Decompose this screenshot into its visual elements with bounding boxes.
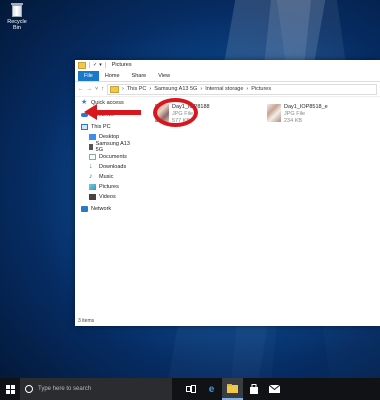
mail-icon xyxy=(269,385,280,393)
documents-icon xyxy=(89,154,96,160)
cloud-icon xyxy=(81,113,88,117)
taskbar-search-box[interactable]: Type here to search xyxy=(20,378,172,400)
store-icon xyxy=(249,384,258,394)
breadcrumb-this-pc[interactable]: This PC xyxy=(127,86,147,92)
image-thumbnail xyxy=(155,104,169,122)
tab-view[interactable]: View xyxy=(152,71,176,81)
cortana-icon xyxy=(25,385,33,393)
nav-item-label: Desktop xyxy=(99,134,120,140)
recycle-bin-label: Recycle Bin xyxy=(7,19,27,31)
edge-icon: e xyxy=(208,383,215,395)
task-view-button[interactable] xyxy=(180,378,201,400)
desktop-icon xyxy=(89,134,96,140)
taskbar: Type here to search e xyxy=(0,378,380,400)
file-list: Day1_IOP8188 JPG File 577 KB Day1_IOP851… xyxy=(145,98,380,314)
file-size: 234 KB xyxy=(284,118,303,124)
forward-arrow-icon[interactable]: → xyxy=(87,86,93,92)
nav-item-pictures[interactable]: Pictures xyxy=(75,182,135,192)
pc-icon xyxy=(81,124,88,130)
breadcrumb-pictures[interactable]: Pictures xyxy=(251,86,271,92)
breadcrumb-separator: › xyxy=(200,86,203,92)
nav-item-this-pc[interactable]: This PC xyxy=(75,122,135,132)
file-name: Day1_IOP8188 xyxy=(172,104,210,110)
star-icon: ★ xyxy=(81,99,88,106)
recycle-bin[interactable]: Recycle Bin xyxy=(4,3,30,31)
nav-item-label: Videos xyxy=(99,194,116,200)
nav-item-documents[interactable]: Documents xyxy=(75,152,135,162)
edge-button[interactable]: e xyxy=(201,378,222,400)
file-type: JPG File xyxy=(284,111,306,117)
divider xyxy=(89,62,90,68)
nav-item-label: This PC xyxy=(91,124,111,130)
nav-item-quick-access[interactable]: ★ Quick access xyxy=(75,98,135,108)
nav-item-music[interactable]: ♪ Music xyxy=(75,172,135,182)
mail-button[interactable] xyxy=(264,378,285,400)
downloads-icon: ↓ xyxy=(89,163,93,170)
nav-item-label: Music xyxy=(99,174,114,180)
phone-icon xyxy=(89,144,93,150)
breadcrumb-separator: › xyxy=(121,86,124,92)
file-item[interactable]: Day1_IOP8188 JPG File 577 KB xyxy=(155,104,210,125)
search-placeholder: Type here to search xyxy=(38,386,92,392)
chevron-down-icon[interactable]: ▾ xyxy=(99,62,102,68)
status-bar: 3 items xyxy=(78,318,95,324)
title-bar: ✓ ▾ Pictures xyxy=(75,60,380,70)
file-size: 577 KB xyxy=(172,118,191,124)
file-explorer-window: ✓ ▾ Pictures File Home Share View ← → ˅ … xyxy=(75,60,380,326)
pictures-icon xyxy=(89,184,96,190)
tab-home[interactable]: Home xyxy=(99,71,126,81)
folder-icon xyxy=(78,61,86,69)
windows-logo-icon xyxy=(5,384,15,394)
file-explorer-icon xyxy=(227,383,238,393)
file-explorer-button[interactable] xyxy=(222,378,243,400)
file-type: JPG File xyxy=(172,111,194,117)
breadcrumb-internal-storage[interactable]: Internal storage xyxy=(205,86,243,92)
divider xyxy=(104,62,106,68)
nav-item-label: Quick access xyxy=(91,100,124,106)
store-button[interactable] xyxy=(243,378,264,400)
up-arrow-icon[interactable]: ↑ xyxy=(101,86,104,92)
nav-item-label: OneDrive xyxy=(91,112,115,118)
task-view-icon xyxy=(185,385,196,393)
nav-item-label: Samsung A13 5G xyxy=(95,141,130,153)
nav-item-label: Pictures xyxy=(99,184,119,190)
music-icon: ♪ xyxy=(89,173,93,180)
navigation-bar: ← → ˅ ↑ › This PC › Samsung A13 5G › Int… xyxy=(75,82,380,97)
tab-file[interactable]: File xyxy=(78,71,99,81)
breadcrumb-device[interactable]: Samsung A13 5G xyxy=(154,86,197,92)
back-arrow-icon[interactable]: ← xyxy=(78,86,84,92)
nav-item-label: Downloads xyxy=(99,164,127,170)
nav-item-downloads[interactable]: ↓ Downloads xyxy=(75,162,135,172)
tab-share[interactable]: Share xyxy=(126,71,153,81)
image-thumbnail xyxy=(267,104,281,122)
recent-locations-icon[interactable]: ˅ xyxy=(95,86,98,92)
file-name: Day1_IOP8518_e xyxy=(284,104,328,110)
ribbon-tabs: File Home Share View xyxy=(75,70,380,82)
quick-access-toolbar-icon[interactable]: ✓ xyxy=(93,62,97,68)
network-icon xyxy=(81,206,88,212)
nav-item-samsung[interactable]: Samsung A13 5G xyxy=(75,141,135,153)
recycle-bin-icon xyxy=(11,3,23,17)
nav-item-onedrive[interactable]: OneDrive xyxy=(75,110,135,120)
nav-item-label: Network xyxy=(91,206,112,212)
file-item[interactable]: Day1_IOP8518_e JPG File 234 KB xyxy=(267,104,328,125)
nav-item-label: Documents xyxy=(99,154,127,160)
folder-icon xyxy=(109,85,119,93)
breadcrumb-separator: › xyxy=(149,86,152,92)
breadcrumb-separator: › xyxy=(246,86,249,92)
window-title: Pictures xyxy=(111,62,132,68)
nav-item-videos[interactable]: Videos xyxy=(75,192,135,202)
nav-item-network[interactable]: Network xyxy=(75,204,135,214)
start-button[interactable] xyxy=(0,378,20,400)
navigation-pane: ★ Quick access OneDrive This PC Desktop … xyxy=(75,98,135,214)
videos-icon xyxy=(89,194,96,200)
address-bar[interactable]: › This PC › Samsung A13 5G › Internal st… xyxy=(106,83,377,95)
